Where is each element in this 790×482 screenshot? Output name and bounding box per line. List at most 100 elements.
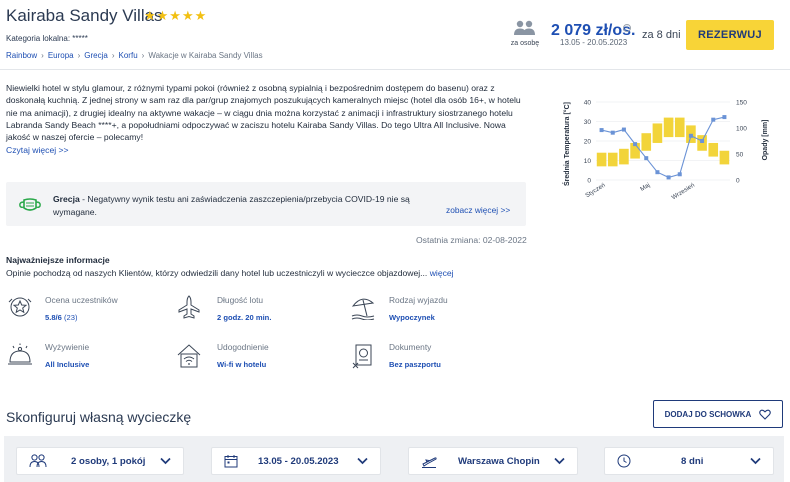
departure-airport-select[interactable]: Warszawa Chopin	[408, 447, 578, 475]
people-icon	[29, 454, 47, 468]
y-left-axis-label: Średnia Temperatura [°C]	[562, 102, 571, 186]
covid-country: Grecja	[53, 194, 80, 204]
dates-select[interactable]: 13.05 - 20.05.2023	[211, 447, 381, 475]
y-left-tick-label: 0	[587, 178, 591, 185]
last-change-date: Ostatnia zmiana: 02-08-2022	[416, 235, 527, 245]
temperature-bar	[607, 152, 618, 167]
precipitation-point	[610, 130, 615, 135]
feature-value-documents: Bez paszportu	[389, 360, 441, 369]
add-to-favorites-button[interactable]: DODAJ DO SCHOWKA	[653, 400, 783, 428]
face-mask-icon	[19, 198, 41, 211]
participants-value: 2 osoby, 1 pokój	[71, 456, 146, 467]
feature-label-documents: Dokumenty	[389, 342, 432, 352]
hotel-description: Niewielki hotel w stylu glamour, z różny…	[6, 83, 521, 143]
star-badge-icon	[8, 297, 32, 317]
y-right-tick-label: 150	[736, 100, 747, 107]
configure-title: Skonfiguruj własną wycieczkę	[6, 409, 192, 425]
x-tick-label: Maj	[639, 182, 651, 193]
feature-value-flight: 2 godz. 20 min.	[217, 313, 272, 322]
y-right-axis-label: Opady [mm]	[762, 120, 769, 161]
dates-value: 13.05 - 20.05.2023	[258, 456, 339, 467]
temperature-bar	[652, 123, 663, 143]
read-more-link[interactable]: Czytaj więcej >>	[6, 145, 69, 155]
per-person-indicator: za osobę	[508, 20, 542, 47]
chevron-down-icon	[160, 457, 171, 465]
key-info-subtitle-text: Opinie pochodzą od naszych Klientów, któ…	[6, 268, 428, 278]
info-icon[interactable]: i	[623, 24, 631, 32]
heart-icon	[759, 409, 772, 420]
temperature-bar	[596, 152, 607, 167]
feature-label-board: Wyżywienie	[45, 342, 90, 352]
trip-dates: 13.05 - 20.05.2023	[560, 38, 628, 47]
feature-label-amenity: Udogodnienie	[217, 342, 269, 352]
star-rating: ★★★★★	[144, 8, 208, 23]
breadcrumb-item-korfu[interactable]: Korfu	[119, 51, 138, 60]
feature-label-trip-type: Rodzaj wyjazdu	[389, 295, 448, 305]
climate-chart: Średnia Temperatura [°C] Opady [mm] 40 30…	[562, 100, 769, 202]
add-to-favorites-label: DODAJ DO SCHOWKA	[664, 409, 752, 419]
y-left-tick-label: 10	[584, 158, 592, 165]
feature-value-rating[interactable]: 5.8/6 (23)	[45, 313, 78, 322]
y-left-tick-label: 20	[584, 139, 592, 146]
chevron-down-icon	[357, 457, 368, 465]
y-left-tick-label: 40	[584, 100, 592, 107]
temperature-bar	[641, 133, 652, 151]
feature-value-board: All Inclusive	[45, 360, 90, 369]
people-icon	[514, 20, 535, 35]
y-left-tick-label: 30	[584, 119, 592, 126]
more-link[interactable]: więcej	[430, 268, 454, 278]
precipitation-point	[688, 133, 693, 138]
calendar-icon	[224, 455, 238, 468]
precipitation-point	[633, 142, 638, 147]
per-person-label: za osobę	[510, 40, 540, 47]
duration-select[interactable]: 8 dni	[604, 447, 774, 475]
breadcrumb-item-europa[interactable]: Europa	[48, 51, 74, 60]
feature-label-rating: Ocena uczestników	[45, 295, 118, 305]
covid-see-more-link[interactable]: zobacz więcej >>	[446, 205, 510, 215]
feature-value-trip-type: Wypoczynek	[389, 313, 435, 322]
wifi-house-icon	[177, 344, 201, 368]
precipitation-point	[655, 170, 660, 175]
feature-value-amenity: Wi-fi w hotelu	[217, 360, 267, 369]
participants-select[interactable]: 2 osoby, 1 pokój	[16, 447, 184, 475]
trip-duration: za 8 dni	[642, 29, 681, 41]
chevron-right-icon: ›	[77, 51, 81, 60]
rating-count: (23)	[61, 313, 78, 322]
key-info-heading: Najważniejsze informacje	[6, 255, 110, 265]
temperature-bar	[708, 142, 719, 157]
breadcrumb-item-rainbow[interactable]: Rainbow	[6, 51, 37, 60]
divider	[0, 69, 790, 70]
plane-departure-icon	[422, 457, 437, 468]
precipitation-point	[677, 172, 682, 177]
passport-document-icon	[352, 344, 372, 369]
temperature-bar	[674, 117, 685, 138]
temperature-bar	[663, 117, 674, 138]
y-right-tick-label: 100	[736, 126, 747, 133]
precipitation-point	[722, 115, 727, 120]
beach-umbrella-icon	[351, 298, 375, 320]
chevron-right-icon: ›	[111, 51, 115, 60]
temperature-bar	[719, 150, 730, 165]
key-info-subtitle: Opinie pochodzą od naszych Klientów, któ…	[6, 268, 454, 278]
local-category: Kategoria lokalna: *****	[6, 34, 88, 43]
y-right-tick-label: 0	[736, 178, 740, 185]
precipitation-point	[599, 128, 604, 133]
precipitation-point	[644, 156, 649, 161]
x-tick-label: Wrzesień	[670, 181, 696, 201]
chevron-down-icon	[554, 457, 565, 465]
breadcrumb-item-grecja[interactable]: Grecja	[84, 51, 108, 60]
food-cloche-icon	[8, 343, 32, 365]
precipitation-point	[666, 175, 671, 180]
duration-value: 8 dni	[681, 456, 704, 467]
y-right-tick-label: 50	[736, 152, 744, 159]
precipitation-point	[711, 117, 716, 122]
airplane-icon	[178, 295, 200, 319]
reserve-button[interactable]: REZERWUJ	[686, 20, 774, 50]
clock-icon	[617, 454, 631, 468]
chevron-right-icon: ›	[141, 51, 145, 60]
breadcrumb-item-current: Wakacje w Kairaba Sandy Villas	[148, 51, 263, 60]
rating-score: 5.8/6	[45, 313, 62, 322]
temperature-bar	[619, 148, 629, 165]
covid-message: Grecja - Negatywny wynik testu ani zaświ…	[53, 193, 413, 218]
covid-message-text: - Negatywny wynik testu ani zaświadczeni…	[53, 194, 410, 217]
